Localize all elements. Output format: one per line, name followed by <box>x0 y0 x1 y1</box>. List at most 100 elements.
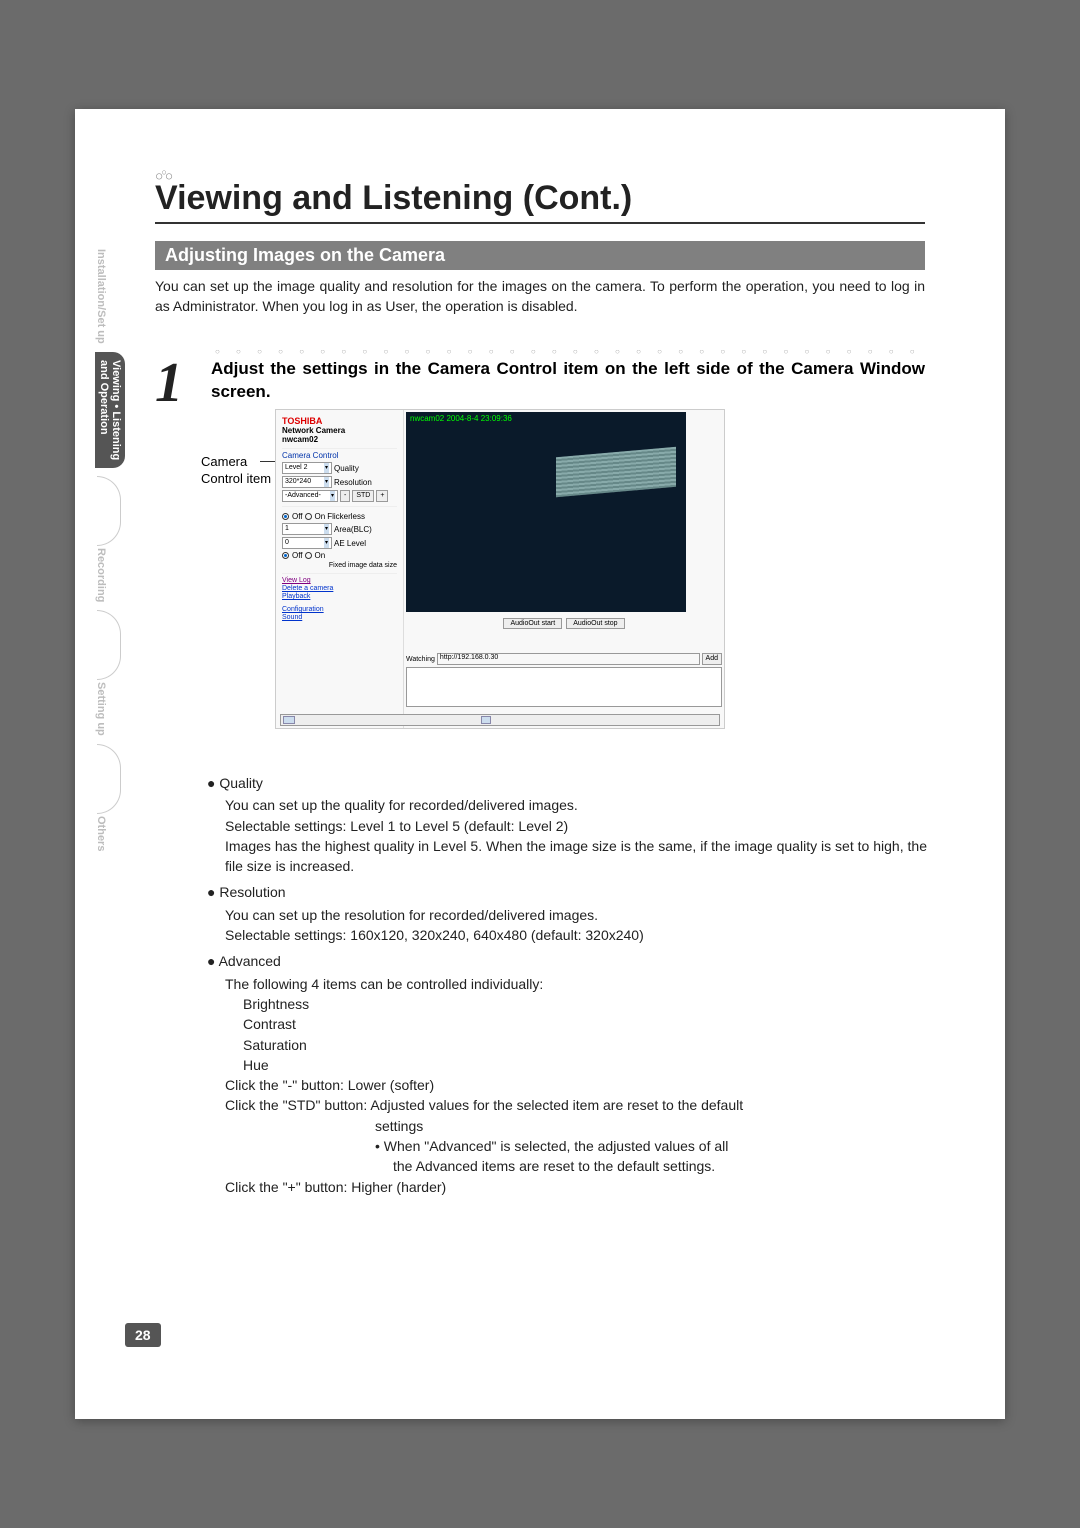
nav-recording[interactable]: Recording <box>95 548 107 602</box>
quality-label: Quality <box>334 464 359 473</box>
add-button[interactable]: Add <box>702 653 722 665</box>
advanced-minus-note: Click the "-" button: Lower (softer) <box>225 1077 434 1093</box>
resolution-p2: Selectable settings: 160x120, 320x240, 6… <box>225 927 644 943</box>
ae-level-row: 0▾ AE Level <box>282 537 397 549</box>
ae-label: AE Level <box>334 539 366 548</box>
toshiba-logo: TOSHIBA <box>282 416 397 426</box>
callout-line2: Control item <box>201 471 271 486</box>
playback-link[interactable]: Playback <box>282 593 397 600</box>
camera-list[interactable] <box>406 667 722 707</box>
fixed-on-radio[interactable] <box>305 552 312 559</box>
scroll-left-icon[interactable] <box>283 716 295 724</box>
chevron-down-icon: ▾ <box>324 477 329 487</box>
chevron-down-icon: ▾ <box>330 491 335 501</box>
audio-controls: AudioOut start AudioOut stop <box>406 618 722 629</box>
flickerless-label: Flickerless <box>327 512 365 521</box>
nav-viewing-listening[interactable]: Viewing • Listening and Operation <box>95 352 125 468</box>
quality-heading: Quality <box>207 773 927 793</box>
nav-active-line1: Viewing • Listening <box>110 360 122 460</box>
step-instruction: Adjust the settings in the Camera Contro… <box>211 358 925 404</box>
settings-details: Quality You can set up the quality for r… <box>207 769 927 1203</box>
delete-camera-link[interactable]: Delete a camera <box>282 585 397 592</box>
chevron-down-icon: ▾ <box>324 538 329 548</box>
resolution-select[interactable]: 320*240 ▾ <box>282 476 332 488</box>
advanced-row: -Advanced-▾ - STD + <box>282 490 397 502</box>
chevron-down-icon: ▾ <box>324 463 329 473</box>
callout-line1: Camera <box>201 454 247 469</box>
minus-button[interactable]: - <box>340 490 350 502</box>
camera-control-heading: Camera Control <box>282 448 397 460</box>
horizontal-scrollbar[interactable] <box>280 714 720 726</box>
video-timestamp: nwcam02 2004-8-4 23:09:36 <box>410 414 512 423</box>
area-select[interactable]: 1▾ <box>282 523 332 535</box>
quality-p3: Images has the highest quality in Level … <box>225 838 927 874</box>
view-log-link[interactable]: View Log <box>282 577 397 584</box>
quality-row: Level 2 ▾ Quality <box>282 462 397 474</box>
advanced-item-brightness: Brightness <box>243 996 309 1012</box>
resolution-p1: You can set up the resolution for record… <box>225 907 598 923</box>
nav-arc-3 <box>97 744 121 814</box>
fixed-off-radio[interactable] <box>282 552 289 559</box>
video-preview: nwcam02 2004-8-4 23:09:36 <box>406 412 686 612</box>
watching-row: Watching http://192.168.0.30 Add <box>406 653 722 665</box>
std-button[interactable]: STD <box>352 490 374 502</box>
step-number: 1 <box>155 358 211 408</box>
scroll-right-icon[interactable] <box>481 716 491 724</box>
product-label: Network Camera <box>282 426 397 435</box>
flickerless-on-radio[interactable] <box>305 513 312 520</box>
advanced-heading: Advanced <box>207 951 927 971</box>
area-blc-row: 1▾ Area(BLC) <box>282 523 397 535</box>
on-label: On <box>315 512 326 521</box>
resolution-desc: You can set up the resolution for record… <box>225 905 927 946</box>
plus-button[interactable]: + <box>376 490 388 502</box>
video-content <box>556 447 676 497</box>
resolution-row: 320*240 ▾ Resolution <box>282 476 397 488</box>
manual-page: ○○○ Viewing and Listening (Cont.) Adjust… <box>75 109 1005 1419</box>
quality-select[interactable]: Level 2 ▾ <box>282 462 332 474</box>
resolution-heading: Resolution <box>207 882 927 902</box>
advanced-select[interactable]: -Advanced-▾ <box>282 490 338 502</box>
advanced-intro: The following 4 items can be controlled … <box>225 976 543 992</box>
audio-start-button[interactable]: AudioOut start <box>503 618 562 629</box>
flickerless-off-radio[interactable] <box>282 513 289 520</box>
advanced-item-hue: Hue <box>243 1057 269 1073</box>
ae-value: 0 <box>285 538 289 548</box>
watching-input[interactable]: http://192.168.0.30 <box>437 653 700 665</box>
advanced-desc: The following 4 items can be controlled … <box>225 974 927 1197</box>
sound-link[interactable]: Sound <box>282 614 397 621</box>
nav-arc-2 <box>97 610 121 680</box>
fixed-size-label: Fixed image data size <box>282 562 397 569</box>
resolution-label: Resolution <box>334 478 372 487</box>
on-label-2: On <box>315 551 326 560</box>
page-number: 28 <box>125 1323 161 1347</box>
off-label: Off <box>292 512 303 521</box>
advanced-std-note: Click the "STD" button: Adjusted values … <box>225 1097 743 1113</box>
dots-decoration: ○ ○ ○ ○ ○ ○ ○ ○ ○ ○ ○ ○ ○ ○ ○ ○ ○ ○ ○ ○ … <box>215 347 925 356</box>
nav-others[interactable]: Others <box>95 816 107 851</box>
step-block: ○ ○ ○ ○ ○ ○ ○ ○ ○ ○ ○ ○ ○ ○ ○ ○ ○ ○ ○ ○ … <box>155 347 925 408</box>
configuration-link[interactable]: Configuration <box>282 606 397 613</box>
off-label-2: Off <box>292 551 303 560</box>
camera-main-panel: nwcam02 2004-8-4 23:09:36 AudioOut start… <box>404 410 724 728</box>
advanced-std-note-cont: settings <box>375 1118 423 1134</box>
ae-select[interactable]: 0▾ <box>282 537 332 549</box>
advanced-std-bullet1: • When "Advanced" is selected, the adjus… <box>375 1138 728 1154</box>
model-label: nwcam02 <box>282 435 397 444</box>
advanced-item-saturation: Saturation <box>243 1037 307 1053</box>
quality-value: Level 2 <box>285 463 308 473</box>
page-title: Viewing and Listening (Cont.) <box>155 179 925 224</box>
resolution-value: 320*240 <box>285 477 311 487</box>
area-label: Area(BLC) <box>334 525 372 534</box>
flickerless-row: Off On Flickerless <box>282 512 397 521</box>
camera-window-screenshot: TOSHIBA Network Camera nwcam02 Camera Co… <box>275 409 735 729</box>
side-nav: Installation/Set up Viewing • Listening … <box>95 249 125 860</box>
intro-paragraph: You can set up the image quality and res… <box>155 277 925 317</box>
area-value: 1 <box>285 524 289 534</box>
section-heading: Adjusting Images on the Camera <box>155 241 925 270</box>
advanced-std-bullet2: the Advanced items are reset to the defa… <box>393 1158 715 1174</box>
nav-setting-up[interactable]: Setting up <box>95 682 107 736</box>
nav-installation[interactable]: Installation/Set up <box>95 249 107 344</box>
quality-p1: You can set up the quality for recorded/… <box>225 797 578 813</box>
audio-stop-button[interactable]: AudioOut stop <box>566 618 624 629</box>
camera-window: TOSHIBA Network Camera nwcam02 Camera Co… <box>275 409 725 729</box>
